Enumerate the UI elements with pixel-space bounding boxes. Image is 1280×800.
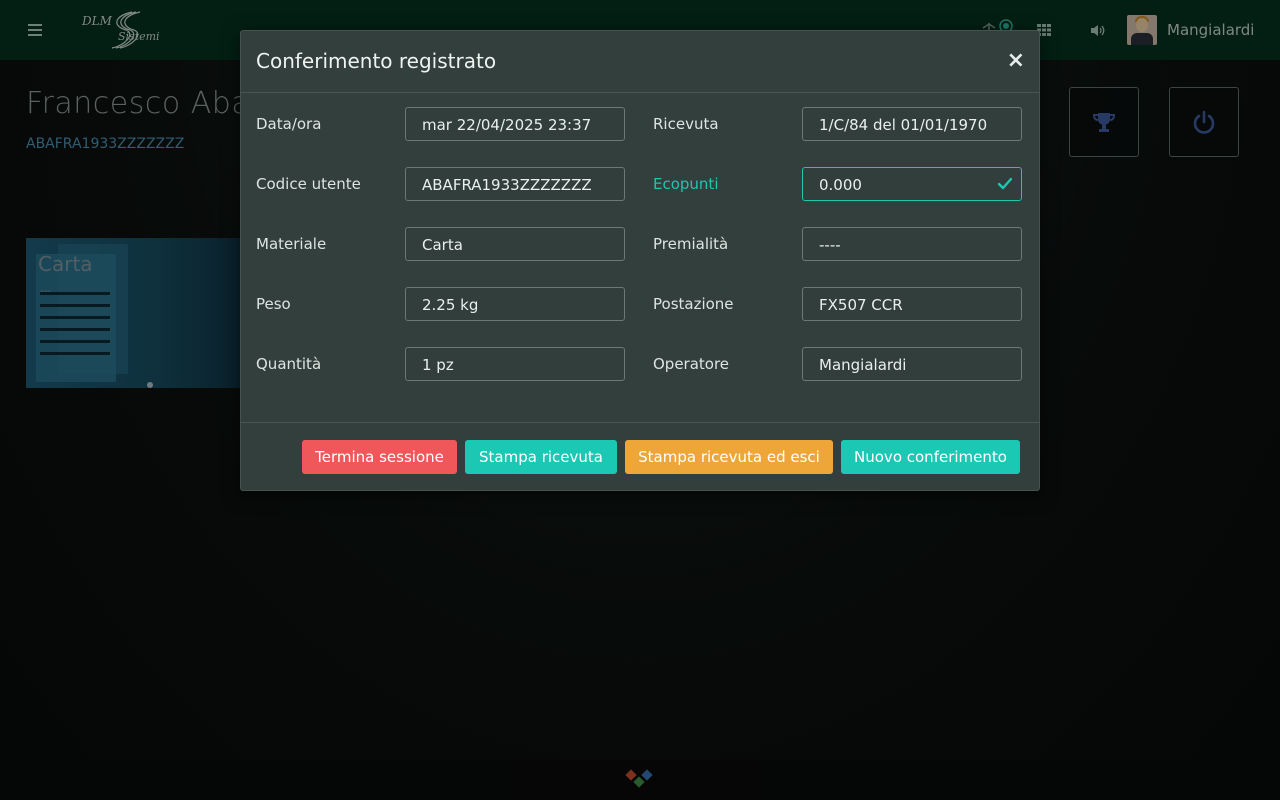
dialog-header: Conferimento registrato × bbox=[241, 31, 1039, 93]
close-icon[interactable]: × bbox=[1007, 49, 1025, 73]
premialita-field[interactable]: ---- bbox=[802, 227, 1022, 261]
premialita-label: Premialità bbox=[653, 235, 729, 253]
peso-field[interactable]: 2.25 kg bbox=[405, 287, 625, 321]
dialog-title: Conferimento registrato bbox=[256, 49, 497, 73]
postazione-field[interactable]: FX507 CCR bbox=[802, 287, 1022, 321]
operatore-field[interactable]: Mangialardi bbox=[802, 347, 1022, 381]
postazione-label: Postazione bbox=[653, 295, 734, 313]
check-icon bbox=[997, 177, 1013, 190]
ricevuta-label: Ricevuta bbox=[653, 115, 719, 133]
codice-utente-field[interactable]: ABAFRA1933ZZZZZZZ bbox=[405, 167, 625, 201]
row-materiale: Materiale Carta Premialità ---- bbox=[241, 227, 1039, 263]
operatore-label: Operatore bbox=[653, 355, 730, 373]
ecopunti-value: 0.000 bbox=[819, 176, 862, 194]
dialog-footer: Termina sessione Stampa ricevuta Stampa … bbox=[241, 422, 1039, 491]
quantita-field[interactable]: 1 pz bbox=[405, 347, 625, 381]
ecopunti-field[interactable]: 0.000 bbox=[802, 167, 1022, 201]
new-delivery-button[interactable]: Nuovo conferimento bbox=[841, 440, 1020, 474]
registration-dialog: Conferimento registrato × Data/ora mar 2… bbox=[240, 30, 1040, 491]
data-ora-label: Data/ora bbox=[256, 115, 322, 133]
print-receipt-exit-button[interactable]: Stampa ricevuta ed esci bbox=[625, 440, 833, 474]
row-peso: Peso 2.25 kg Postazione FX507 CCR bbox=[241, 287, 1039, 323]
end-session-button[interactable]: Termina sessione bbox=[302, 440, 457, 474]
data-ora-field[interactable]: mar 22/04/2025 23:37 bbox=[405, 107, 625, 141]
materiale-field[interactable]: Carta bbox=[405, 227, 625, 261]
row-quantita: Quantità 1 pz Operatore Mangialardi bbox=[241, 347, 1039, 383]
ricevuta-field[interactable]: 1/C/84 del 01/01/1970 bbox=[802, 107, 1022, 141]
row-codice-utente: Codice utente ABAFRA1933ZZZZZZZ Ecopunti… bbox=[241, 167, 1039, 203]
codice-utente-label: Codice utente bbox=[256, 175, 361, 193]
quantita-label: Quantità bbox=[256, 355, 322, 373]
row-data-ora: Data/ora mar 22/04/2025 23:37 Ricevuta 1… bbox=[241, 107, 1039, 143]
print-receipt-button[interactable]: Stampa ricevuta bbox=[465, 440, 617, 474]
ecopunti-label: Ecopunti bbox=[653, 175, 719, 193]
materiale-label: Materiale bbox=[256, 235, 327, 253]
peso-label: Peso bbox=[256, 295, 291, 313]
